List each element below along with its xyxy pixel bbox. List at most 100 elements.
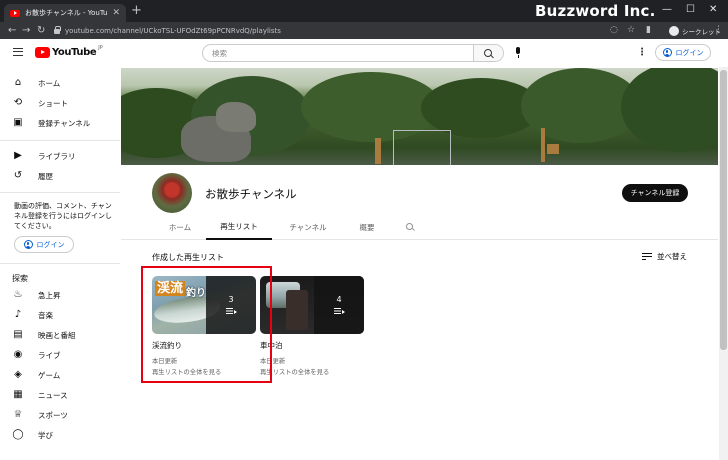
forward-icon[interactable]: → (22, 23, 30, 38)
eye-off-icon[interactable]: ◌ (610, 24, 618, 37)
music-icon: ♪ (14, 309, 22, 320)
live-icon: ◉ (13, 349, 23, 360)
playlist-count-overlay: 4 (314, 276, 364, 334)
sidebar-item-label: 急上昇 (38, 290, 61, 300)
hamburger-menu-icon[interactable] (13, 48, 23, 56)
video-count: 4 (336, 295, 342, 304)
playlist-updated: 本日更新 (260, 358, 286, 365)
search-input[interactable] (203, 45, 473, 61)
trending-icon: ♨ (13, 289, 23, 300)
sort-icon (642, 253, 652, 260)
search-button[interactable] (473, 45, 503, 61)
sidebar-divider (0, 263, 120, 264)
playlist-play-icon (333, 308, 345, 315)
page-scrollbar[interactable] (719, 67, 728, 460)
sidebar-item-live[interactable]: ◉ ライブ (0, 345, 120, 365)
browser-toolbar: ← → ↻ youtube.com/channel/UCkoTSL-UFOdZt… (0, 22, 728, 39)
sports-icon: ♕ (13, 409, 23, 420)
window-close-icon[interactable]: ✕ (709, 3, 717, 17)
account-icon (662, 48, 672, 57)
shorts-icon: ⟲ (13, 97, 23, 108)
sidebar-item-movies[interactable]: ▤ 映画と番組 (0, 325, 120, 345)
view-full-playlist-link[interactable]: 再生リストの全体を見る (260, 367, 364, 376)
sidebar-item-sports[interactable]: ♕ スポーツ (0, 405, 120, 425)
sidebar-item-label: スポーツ (38, 410, 68, 420)
sidebar-item-label: 音楽 (38, 310, 53, 320)
tab-home[interactable]: ホーム (154, 215, 206, 240)
sort-button[interactable]: 並べ替え (642, 251, 687, 262)
car-interior-image (286, 290, 308, 330)
sidebar-item-music[interactable]: ♪ 音楽 (0, 305, 120, 325)
settings-menu-icon[interactable]: ⋮ (637, 47, 647, 59)
address-bar[interactable]: youtube.com/channel/UCkoTSL-UFOdZt69pPCN… (54, 23, 624, 38)
incognito-icon (669, 25, 679, 36)
browser-tab-title: お散歩チャンネル - YouTube (25, 9, 108, 17)
tab-channels[interactable]: チャンネル (272, 215, 344, 240)
channel-avatar[interactable] (152, 173, 192, 213)
maximize-icon[interactable]: ☐ (686, 3, 695, 17)
news-icon: ▦ (13, 389, 23, 400)
sidebar-item-news[interactable]: ▦ ニュース (0, 385, 120, 405)
explore-heading: 探索 (12, 274, 28, 283)
sidebar-item-label: 履歴 (38, 171, 53, 181)
microphone-icon[interactable] (512, 47, 524, 59)
movies-icon: ▤ (13, 329, 23, 340)
login-label: ログイン (36, 240, 65, 249)
sidebar-item-subscriptions[interactable]: ▣ 登録チャンネル (0, 113, 120, 133)
sidebar-item-history[interactable]: ↺ 履歴 (0, 166, 120, 186)
sidebar-item-home[interactable]: ⌂ ホーム (0, 73, 120, 93)
browser-menu-icon[interactable]: ⋮ (714, 24, 723, 37)
sidebar-item-trending[interactable]: ♨ 急上昇 (0, 285, 120, 305)
new-tab-icon[interactable]: + (131, 3, 142, 19)
sidebar-item-label: ライブ (38, 350, 61, 360)
playlist-card[interactable]: 4 車中泊 本日更新 再生リストの全体を見る (260, 276, 364, 376)
login-button[interactable]: ログイン (655, 44, 711, 61)
highlight-box (141, 266, 272, 383)
sidebar-item-library[interactable]: ▶ ライブラリ (0, 146, 120, 166)
scrollbar-thumb[interactable] (720, 70, 727, 350)
playlist-title[interactable]: 車中泊 (260, 340, 364, 351)
playlist-thumbnail[interactable]: 4 (260, 276, 364, 334)
search-icon (484, 48, 492, 57)
sidebar-divider (0, 192, 120, 193)
sidebar-item-label: ニュース (38, 390, 68, 400)
masthead: YouTube JP ⋮ ログイン (0, 39, 728, 67)
sidebar-login-button[interactable]: ログイン (14, 236, 74, 253)
login-label: ログイン (675, 48, 704, 57)
home-icon: ⌂ (14, 77, 22, 88)
account-icon (23, 240, 33, 249)
sidebar-item-learning[interactable]: ◯ 学び (0, 425, 120, 445)
sidebar-item-shorts[interactable]: ⟲ ショート (0, 93, 120, 113)
side-panel-icon[interactable]: ▮ (646, 24, 651, 37)
section-title: 作成した再生リスト (152, 253, 224, 262)
tab-about[interactable]: 概要 (344, 215, 390, 240)
brand-overlay: Buzzword Inc. (535, 2, 656, 20)
bookmark-star-icon[interactable]: ☆ (627, 24, 635, 37)
learning-icon: ◯ (12, 429, 24, 440)
channel-search-icon[interactable] (406, 223, 415, 232)
search-box (202, 44, 504, 62)
tab-close-icon[interactable]: ✕ (112, 8, 120, 18)
history-icon: ↺ (13, 170, 23, 181)
gaming-icon: ◈ (14, 369, 22, 380)
sidebar-item-label: 学び (38, 430, 53, 440)
youtube-favicon-icon (10, 9, 20, 17)
channel-tabs: ホーム 再生リスト チャンネル 概要 (121, 215, 718, 240)
minimize-icon[interactable]: — (662, 3, 672, 17)
subscriptions-icon: ▣ (13, 117, 23, 128)
reload-icon[interactable]: ↻ (37, 23, 45, 38)
sidebar-item-label: 映画と番組 (38, 330, 76, 340)
sidebar-item-gaming[interactable]: ◈ ゲーム (0, 365, 120, 385)
browser-tab[interactable]: お散歩チャンネル - YouTube ✕ (4, 4, 126, 22)
youtube-play-icon (35, 47, 50, 58)
sort-label: 並べ替え (657, 252, 687, 261)
browser-tab-bar: お散歩チャンネル - YouTube ✕ + Buzzword Inc. — ☐… (0, 0, 728, 22)
subscribe-button[interactable]: チャンネル登録 (622, 184, 688, 202)
tab-playlists[interactable]: 再生リスト (206, 215, 272, 240)
channel-banner (121, 68, 718, 165)
channel-name: お散歩チャンネル (205, 187, 297, 201)
youtube-wordmark: YouTube (52, 47, 97, 58)
youtube-logo[interactable]: YouTube JP (35, 45, 103, 58)
back-icon[interactable]: ← (8, 23, 16, 38)
signin-message: 動画の評価、コメント、チャンネル登録を行うにはログインしてください。 (14, 202, 112, 230)
